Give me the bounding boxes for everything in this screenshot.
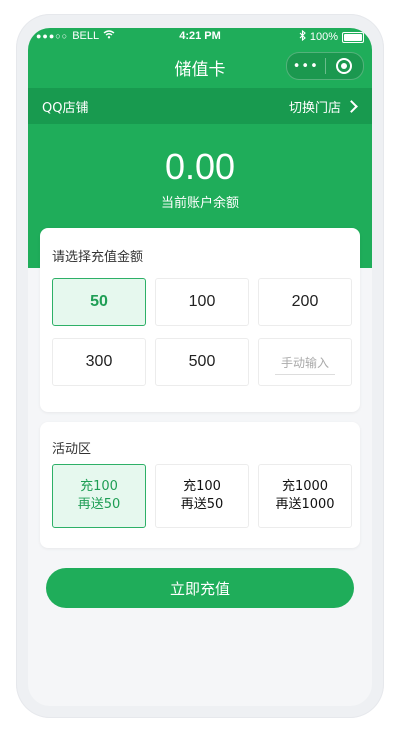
battery-icon [342,31,364,43]
more-button[interactable]: ••• [287,59,325,74]
amount-option-200[interactable]: 200 [258,278,352,326]
close-target-icon [336,58,353,74]
promo-line2: 再送1000 [275,497,335,512]
promo-grid: 充100 再送50 充100 再送50 充1000 再送1000 [52,464,352,528]
promo-line1: 充100 [80,479,118,494]
store-bar: QQ店铺 切换门店 [28,88,372,124]
promo-section-title: 活动区 [52,442,92,457]
status-bar: ●●●○○ BELL 4:21 PM 100% [28,28,372,46]
amount-option-300[interactable]: 300 [52,338,146,386]
promo-line1: 充1000 [281,479,329,494]
amount-section-title: 请选择充值金额 [52,250,144,265]
balance-label: 当前账户余额 [160,196,239,211]
promo-option[interactable]: 充100 再送50 [155,464,249,528]
battery-percent: 100% [309,31,338,43]
bluetooth-icon [299,29,306,44]
switch-store-label: 切换门店 [288,101,341,116]
promo-line2: 再送50 [77,497,121,512]
close-button[interactable] [326,58,364,74]
balance-value: 0.00 [164,146,236,187]
nav-bar: 储值卡 ••• [28,46,372,86]
store-name: QQ店铺 [42,101,89,116]
app-screen: ●●●○○ BELL 4:21 PM 100% 储值卡 ••• QQ店铺 切换门… [28,28,372,706]
promo-line2: 再送50 [180,497,224,512]
recharge-button[interactable]: 立即充值 [46,568,354,608]
promo-option[interactable]: 充1000 再送1000 [258,464,352,528]
amount-option-500[interactable]: 500 [155,338,249,386]
amount-card: 请选择充值金额 50 100 200 300 500 手动输入 [40,228,360,412]
promo-card: 活动区 充100 再送50 充100 再送50 充1000 再送1000 [40,422,360,548]
amount-option-50[interactable]: 50 [52,278,146,326]
switch-store-button[interactable]: 切换门店 [289,97,358,116]
amount-option-100[interactable]: 100 [155,278,249,326]
amount-grid: 50 100 200 300 500 手动输入 [52,278,352,386]
manual-amount-input[interactable]: 手动输入 [258,338,352,386]
promo-option[interactable]: 充100 再送50 [52,464,146,528]
chevron-right-icon [345,100,358,113]
miniprogram-capsule: ••• [286,52,364,80]
promo-line1: 充100 [183,479,221,494]
